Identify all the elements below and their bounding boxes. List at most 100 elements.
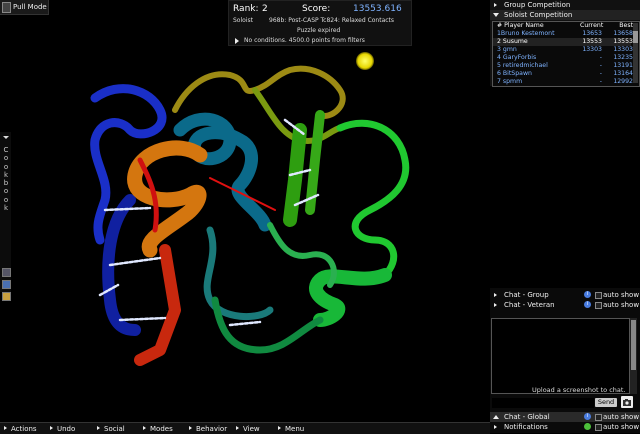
column-header-current: Current xyxy=(580,22,604,29)
pull-mode-button[interactable]: Pull Mode xyxy=(0,0,49,15)
expand-arrow-icon xyxy=(494,303,497,307)
leaderboard-row[interactable]: 4 GaryForbis - 13235 xyxy=(493,54,633,62)
chat-veteran-label: Chat - Veteran xyxy=(504,301,555,309)
chat-group-label: Chat - Group xyxy=(504,291,549,299)
clashing-sun-icon xyxy=(356,52,374,70)
auto-show-checkbox[interactable] xyxy=(595,302,602,309)
menu-modes[interactable]: Modes xyxy=(143,425,173,433)
player-best: 13553 xyxy=(613,38,633,45)
menu-view-label: View xyxy=(243,425,260,433)
expand-arrow-icon[interactable] xyxy=(235,38,239,44)
player-name: 5 retiredmichael xyxy=(497,62,548,69)
menu-undo-label: Undo xyxy=(57,425,76,433)
leaderboard-row[interactable]: 5 retiredmichael - 13191 xyxy=(493,62,633,70)
group-competition-label: Group Competition xyxy=(504,1,571,9)
leaderboard-row[interactable]: 2 Susume 13553 13553 xyxy=(493,38,633,46)
menu-view[interactable]: View xyxy=(236,425,260,433)
auto-show-checkbox[interactable] xyxy=(595,292,602,299)
soloist-leaderboard[interactable]: # Player Name Current Best 1Bruno Kestem… xyxy=(492,21,640,87)
chat-global-label: Chat - Global xyxy=(504,413,550,421)
chat-global-header[interactable]: Chat - Global i auto show xyxy=(490,412,640,422)
scrollbar-thumb[interactable] xyxy=(631,320,636,370)
menu-menu-label: Menu xyxy=(285,425,305,433)
collapse-arrow-icon xyxy=(493,13,499,17)
chat-veteran-header[interactable]: Chat - Veteran i auto show xyxy=(490,300,640,310)
menu-actions[interactable]: Actions xyxy=(4,425,37,433)
notification-status-icon[interactable] xyxy=(584,423,591,430)
send-button[interactable]: Send xyxy=(595,398,617,407)
recipe-icon[interactable] xyxy=(2,268,11,277)
group-competition-header[interactable]: Group Competition xyxy=(490,0,640,10)
info-icon[interactable]: i xyxy=(584,413,591,420)
player-current: - xyxy=(599,78,602,85)
expand-arrow-icon xyxy=(97,426,100,430)
info-icon[interactable]: i xyxy=(584,301,591,308)
leaderboard-scrollbar[interactable] xyxy=(633,23,638,83)
menu-menu[interactable]: Menu xyxy=(278,425,304,433)
column-header-best: Best xyxy=(619,22,633,29)
expand-arrow-icon xyxy=(4,426,7,430)
chat-group-header[interactable]: Chat - Group i auto show xyxy=(490,290,640,300)
chat-messages-area[interactable] xyxy=(491,318,630,394)
player-current: - xyxy=(599,54,602,61)
protein-helix-green xyxy=(309,268,392,327)
player-name: 3 gmn xyxy=(497,46,517,53)
folder-icon[interactable] xyxy=(2,280,11,289)
menu-undo[interactable]: Undo xyxy=(50,425,75,433)
scrollbar-thumb[interactable] xyxy=(633,31,638,43)
soloist-competition-label: Soloist Competition xyxy=(504,11,573,19)
hydrogen-bond xyxy=(103,206,152,212)
notifications-label: Notifications xyxy=(504,423,548,431)
expand-arrow-icon xyxy=(278,426,281,430)
bottom-menu-bar: Actions Undo Social Modes Behavior View … xyxy=(0,422,490,434)
player-best: 13303 xyxy=(613,46,633,53)
auto-show-label: auto show xyxy=(603,291,640,299)
pull-mode-label: Pull Mode xyxy=(13,3,47,11)
player-name: 6 BitSpawn xyxy=(497,70,532,77)
protein-coil-green xyxy=(336,119,410,279)
menu-behavior[interactable]: Behavior xyxy=(189,425,227,433)
player-current: 13303 xyxy=(582,46,602,53)
puzzle-status: Puzzle expired xyxy=(297,27,341,34)
auto-show-checkbox[interactable] xyxy=(595,414,602,421)
conditions-text: No conditions. 4500.0 points from filter… xyxy=(244,37,365,44)
menu-social[interactable]: Social xyxy=(97,425,125,433)
player-name: 4 GaryForbis xyxy=(497,54,537,61)
edit-icon[interactable] xyxy=(2,292,11,301)
collapse-arrow-icon[interactable] xyxy=(3,136,9,139)
expand-arrow-icon xyxy=(494,293,497,297)
auto-show-label: auto show xyxy=(603,301,640,309)
chat-panel: Chat - Group i auto show Chat - Veteran … xyxy=(490,288,640,433)
cookbook-label: Cookbook xyxy=(3,146,9,213)
rank-value: 2 xyxy=(262,4,268,14)
chat-input[interactable] xyxy=(492,398,594,408)
leaderboard-row[interactable]: 6 BitSpawn - 13164 xyxy=(493,70,633,78)
player-best: 13164 xyxy=(613,70,633,77)
leaderboard-row[interactable]: 3 gmn 13303 13303 xyxy=(493,46,633,54)
player-best: 13235 xyxy=(613,54,633,61)
hydrogen-bond xyxy=(118,316,167,322)
leaderboard-header-row: # Player Name Current Best xyxy=(493,22,633,30)
leaderboard-row[interactable]: 1Bruno Kestemont 13653 13658 xyxy=(493,30,633,38)
expand-arrow-icon xyxy=(236,426,239,430)
menu-modes-label: Modes xyxy=(150,425,173,433)
leaderboard-row[interactable]: 7 spmm - 12992 xyxy=(493,78,633,86)
score-label: Score: xyxy=(302,4,331,14)
puzzle-title: 968b: Post-CASP Tc824: Relaxed Contacts xyxy=(269,17,395,24)
competition-panel: Group Competition Soloist Competition # … xyxy=(490,0,640,87)
cookbook-panel[interactable]: Cookbook xyxy=(0,132,11,301)
expand-arrow-icon xyxy=(494,3,497,7)
camera-icon[interactable] xyxy=(621,396,633,408)
player-current: - xyxy=(599,70,602,77)
menu-social-label: Social xyxy=(104,425,125,433)
soloist-competition-header[interactable]: Soloist Competition xyxy=(490,10,640,20)
hydrogen-bond xyxy=(228,320,262,327)
auto-show-checkbox[interactable] xyxy=(595,424,602,431)
player-name: 2 Susume xyxy=(497,38,528,45)
chat-scrollbar[interactable] xyxy=(630,318,637,394)
notifications-header[interactable]: Notifications auto show xyxy=(490,422,640,432)
info-icon[interactable]: i xyxy=(584,291,591,298)
player-name: 1Bruno Kestemont xyxy=(497,30,555,37)
hand-icon xyxy=(2,2,11,13)
mode-label: Soloist xyxy=(233,17,253,24)
